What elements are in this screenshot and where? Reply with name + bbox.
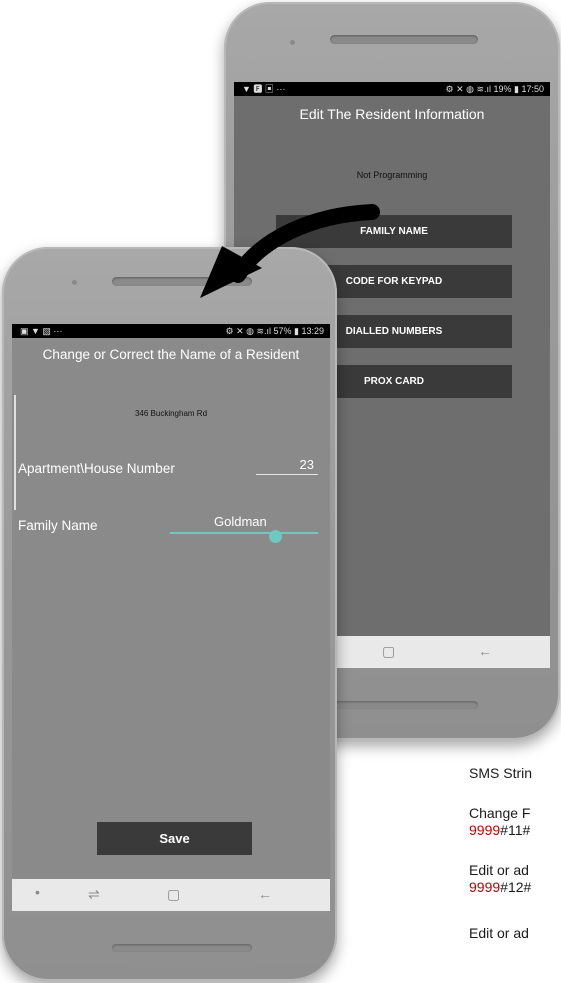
code-rest-2: #12#: [500, 879, 532, 895]
edit-text-1: Edit or ad: [469, 862, 529, 878]
code-rest-1: #11#: [500, 822, 531, 838]
code-red-1: 9999: [469, 822, 501, 838]
change-f-text: Change F: [469, 805, 531, 821]
edit-text-2: Edit or ad: [469, 925, 529, 941]
code-line-2: 9999#12#: [469, 879, 531, 895]
code-line-1: 9999#11#: [469, 822, 530, 838]
sms-string-text: SMS Strin: [469, 765, 533, 781]
code-red-2: 9999: [469, 879, 501, 895]
